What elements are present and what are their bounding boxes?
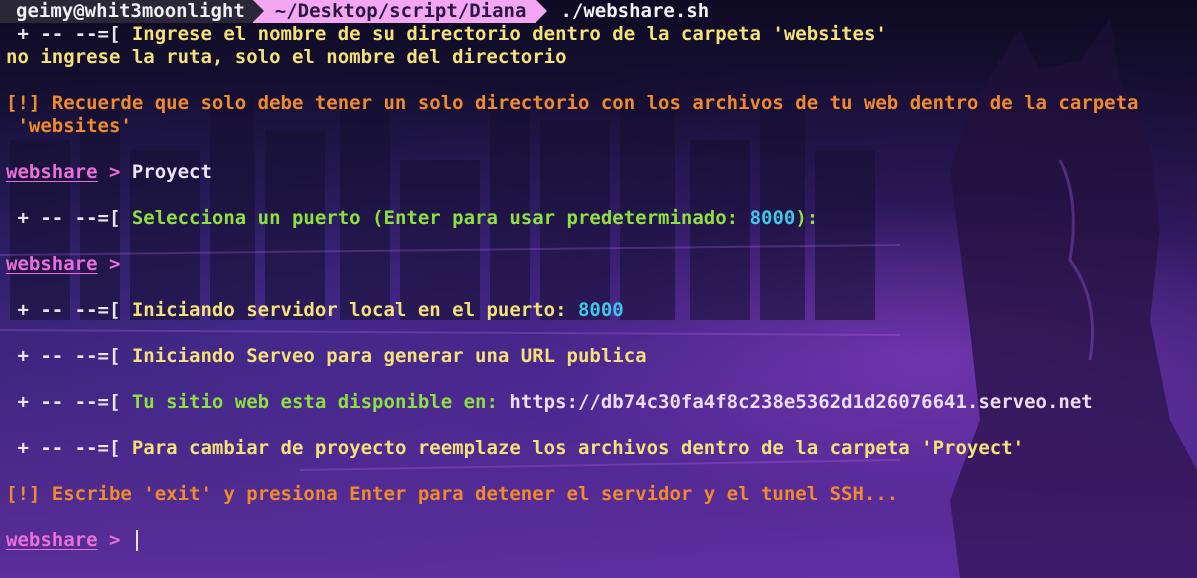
output-prefix: + -- --=[	[6, 391, 132, 413]
output-line-change-project: + -- --=[ Para cambiar de proyecto reemp…	[6, 437, 1024, 460]
output-prefix: + -- --=[	[6, 437, 132, 459]
text-cursor	[135, 530, 138, 551]
prompt-current-path: ~/Desktop/script/Diana	[252, 0, 548, 23]
warning-prefix: [!]	[6, 92, 52, 114]
output-line-url: + -- --=[ Tu sitio web esta disponible e…	[6, 391, 1092, 414]
warning-line-2: 'websites'	[6, 115, 132, 138]
prompt-user-host: geimy@whit3moonlight	[0, 0, 264, 23]
port-number: 8000	[577, 299, 624, 321]
output-text: Ingrese el nombre de su directorio dentr…	[131, 23, 887, 45]
shell-prompt-arrow: >	[97, 529, 132, 551]
output-line-2: no ingrese la ruta, solo el nombre del d…	[6, 46, 567, 69]
zsh-prompt-bar: geimy@whit3moonlight ~/Desktop/script/Di…	[0, 0, 709, 23]
output-text: Iniciando Serveo para generar una URL pu…	[131, 345, 647, 367]
output-line-server-start: + -- --=[ Iniciando servidor local en el…	[6, 299, 624, 322]
output-line-serveo: + -- --=[ Iniciando Serveo para generar …	[6, 345, 647, 368]
warning-line-exit: [!] Escribe 'exit' y presiona Enter para…	[6, 483, 898, 506]
port-number: 8000	[749, 207, 796, 229]
output-text: Iniciando servidor local en el puerto:	[131, 299, 578, 321]
shell-input-line-1: webshare > Proyect	[6, 161, 212, 184]
shell-prompt-label: webshare	[6, 161, 98, 183]
user-input-text: Proyect	[131, 161, 212, 183]
warning-text: Recuerde que solo debe tener un solo dir…	[51, 92, 1139, 114]
output-text: Selecciona un puerto (Enter para usar pr…	[131, 207, 750, 229]
warning-text: Escribe 'exit' y presiona Enter para det…	[51, 483, 899, 505]
shell-input-line-active[interactable]: webshare >	[6, 529, 138, 552]
output-line-port-select: + -- --=[ Selecciona un puerto (Enter pa…	[6, 207, 818, 230]
public-url-link[interactable]: https://db74c30fa4f8c238e5362d1d26076641…	[509, 391, 1092, 413]
shell-prompt-label: webshare	[6, 253, 98, 275]
terminal-window[interactable]: geimy@whit3moonlight ~/Desktop/script/Di…	[0, 0, 1197, 578]
output-line-1: + -- --=[ Ingrese el nombre de su direct…	[6, 23, 887, 46]
output-prefix: + -- --=[	[6, 345, 132, 367]
prompt-command: ./webshare.sh	[560, 0, 710, 22]
shell-prompt-label: webshare	[6, 529, 98, 551]
output-text-suffix: ):	[795, 207, 819, 229]
output-text: Tu sitio web esta disponible en:	[131, 391, 510, 413]
output-text: Para cambiar de proyecto reemplaze los a…	[131, 437, 1025, 459]
shell-prompt-arrow: >	[97, 161, 132, 183]
output-prefix: + -- --=[	[6, 207, 132, 229]
output-prefix: + -- --=[	[6, 23, 132, 45]
warning-text: 'websites'	[6, 115, 132, 137]
output-text: no ingrese la ruta, solo el nombre del d…	[6, 46, 567, 68]
warning-line-1: [!] Recuerde que solo debe tener un solo…	[6, 92, 1138, 115]
shell-prompt-arrow: >	[97, 253, 132, 275]
shell-input-line-2: webshare >	[6, 253, 132, 276]
output-prefix: + -- --=[	[6, 299, 132, 321]
warning-prefix: [!]	[6, 483, 52, 505]
